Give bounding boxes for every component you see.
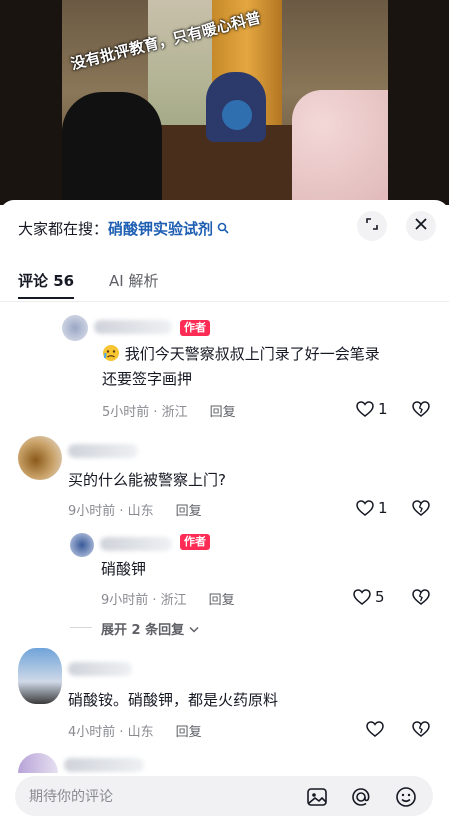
expand-replies-label: 展开 2 条回复 [101,623,185,638]
search-prefix: 大家都在搜： [18,220,109,238]
like-count: 1 [378,400,388,418]
comment-text: 硝酸铵。硝酸钾，都是火药原料 [68,691,279,709]
like-button[interactable]: 1 [356,400,388,418]
broken-heart-icon [412,401,430,417]
expand-divider [70,627,92,628]
comment-time-location: 5小时前 · 浙江 [102,405,188,420]
image-icon[interactable] [306,786,328,808]
broken-heart-icon [412,721,430,737]
dislike-button[interactable] [412,721,430,737]
heart-icon [353,589,371,605]
comment-input-bar[interactable]: 期待你的评论 [15,776,433,816]
username-blurred[interactable] [94,320,172,334]
expand-button[interactable] [357,211,387,241]
reply-button[interactable]: 回复 [209,593,235,608]
like-count: 1 [378,499,388,517]
comment-text-line1: 我们今天警察叔叔上门录了好一会笔录 [124,345,380,363]
author-badge: 作者 [180,320,210,336]
broken-heart-icon [412,589,430,605]
emoji-icon[interactable] [395,786,417,808]
comment-time-location: 9小时前 · 浙江 [101,593,187,608]
like-button[interactable]: 1 [356,499,388,517]
username-blurred[interactable] [100,537,172,551]
comment-text: 硝酸钾 [101,560,147,578]
comment-meta: 5小时前 · 浙江 回复 [102,401,236,420]
comment-meta: 4小时前 · 山东 回复 [68,721,202,740]
avatar[interactable] [18,436,62,480]
comment-input[interactable]: 期待你的评论 [29,786,113,806]
comment-time-location: 9小时前 · 山东 [68,504,154,519]
comment-text: 我们今天警察叔叔上门录了好一会笔录 [102,342,380,366]
like-count: 5 [375,588,385,606]
avatar[interactable] [70,533,94,557]
reply-button[interactable]: 回复 [176,725,202,740]
reply-button[interactable]: 回复 [210,405,236,420]
heart-icon [366,721,384,737]
comment-meta: 9小时前 · 山东 回复 [68,500,202,519]
avatar[interactable] [62,315,88,341]
username-blurred[interactable] [68,662,132,676]
video-player[interactable]: 没有批评教育，只有暖心科普 [0,0,449,205]
active-tab-indicator [18,297,74,299]
video-person [62,92,162,205]
username-blurred[interactable] [64,758,144,772]
comment-text: 买的什么能被警察上门? [68,471,226,489]
comment-text-line2: 还要签字画押 [102,370,193,388]
expand-replies-button[interactable]: 展开 2 条回复 [101,619,199,638]
video-cloth [292,90,388,205]
author-badge: 作者 [180,534,210,550]
dislike-button[interactable] [412,589,430,605]
tabs-divider [0,301,449,302]
heart-icon [356,500,374,516]
comment-meta: 9小时前 · 浙江 回复 [101,589,235,608]
avatar[interactable] [18,648,62,704]
reply-button[interactable]: 回复 [176,504,202,519]
dislike-button[interactable] [412,500,430,516]
comment-sheet: 大家都在搜：硝酸钾实验试剂 评论 56 AI 解析 作者 我们今天警察叔叔上门录… [0,200,449,816]
expand-icon [365,217,379,235]
mention-icon[interactable] [350,786,372,808]
close-icon [414,217,428,235]
tab-ai-analysis[interactable]: AI 解析 [109,270,158,291]
tab-comments[interactable]: 评论 56 [18,270,74,291]
search-icon [213,222,229,238]
avatar[interactable] [18,753,58,773]
comment-time-location: 4小时前 · 山东 [68,725,154,740]
crying-emoji-icon [102,345,125,363]
like-button[interactable] [366,721,384,737]
trending-search[interactable]: 大家都在搜：硝酸钾实验试剂 [18,218,229,239]
search-keyword-link[interactable]: 硝酸钾实验试剂 [108,220,213,238]
heart-icon [356,401,374,417]
close-button[interactable] [406,211,436,241]
username-blurred[interactable] [68,444,138,458]
dislike-button[interactable] [412,401,430,417]
broken-heart-icon [412,500,430,516]
chevron-down-icon [189,623,199,638]
video-globe [222,100,252,130]
like-button[interactable]: 5 [353,588,385,606]
